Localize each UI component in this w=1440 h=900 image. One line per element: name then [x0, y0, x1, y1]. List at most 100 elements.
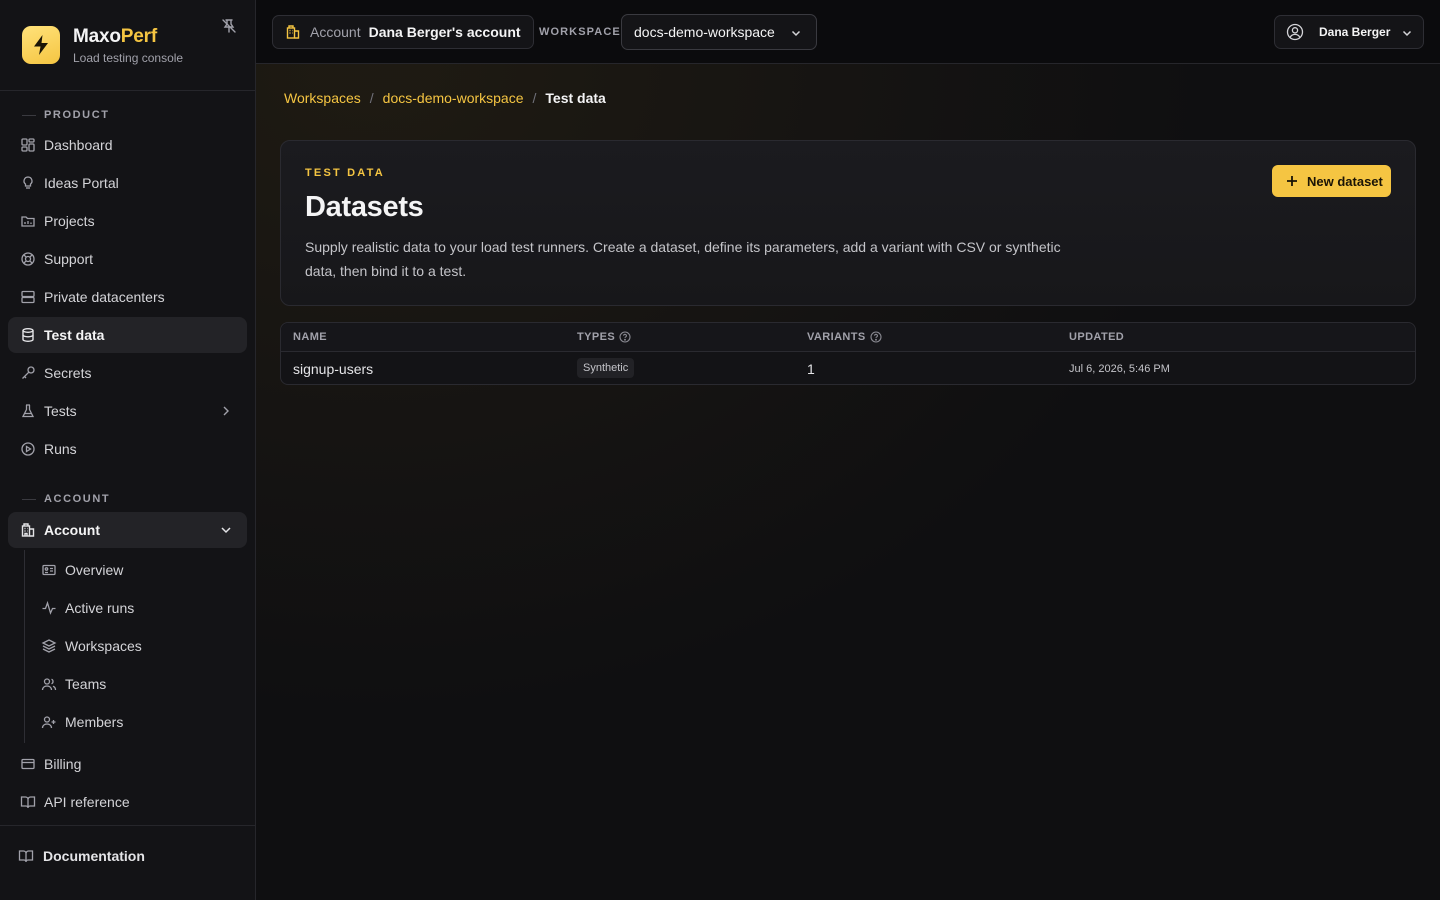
- users-icon: [41, 676, 57, 692]
- id-card-icon: [41, 562, 57, 578]
- table-header: NAME TYPES VARIANTS UPDATED: [281, 323, 1415, 352]
- dashboard-icon: [20, 137, 36, 153]
- breadcrumb-workspaces[interactable]: Workspaces: [284, 90, 361, 106]
- sidebar-item-overview[interactable]: Overview: [32, 553, 247, 587]
- new-dataset-button[interactable]: New dataset: [1272, 165, 1391, 197]
- sidebar-item-dashboard[interactable]: Dashboard: [8, 127, 247, 163]
- sidebar-item-label: Active runs: [65, 600, 135, 616]
- sidebar-item-label: Teams: [65, 676, 107, 692]
- help-circle-icon[interactable]: [870, 331, 882, 343]
- flask-icon: [20, 403, 36, 419]
- sidebar-item-label: Projects: [44, 213, 95, 229]
- breadcrumb-workspace[interactable]: docs-demo-workspace: [383, 90, 524, 106]
- sidebar-item-ideas-portal[interactable]: Ideas Portal: [8, 165, 247, 201]
- credit-card-icon: [20, 756, 36, 772]
- brand-name: MaxoPerf: [73, 25, 157, 47]
- sidebar-item-workspaces[interactable]: Workspaces: [32, 629, 247, 663]
- activity-icon: [41, 600, 57, 616]
- column-header-name[interactable]: NAME: [293, 331, 327, 343]
- sidebar-item-label: Overview: [65, 562, 124, 578]
- breadcrumb-current: Test data: [545, 90, 606, 106]
- unpin-sidebar-button[interactable]: [221, 18, 237, 34]
- account-label: Account: [310, 24, 361, 40]
- sidebar-item-projects[interactable]: Projects: [8, 203, 247, 239]
- sidebar: MaxoPerf Load testing console PRODUCT Da…: [0, 0, 256, 900]
- type-badge: Synthetic: [577, 358, 635, 378]
- key-icon: [20, 365, 36, 381]
- sidebar-item-label: Workspaces: [65, 638, 142, 654]
- brand-subtitle: Load testing console: [73, 50, 184, 65]
- breadcrumb-separator: /: [532, 90, 537, 106]
- column-header-types[interactable]: TYPES: [577, 331, 631, 343]
- plus-icon: [1285, 174, 1299, 188]
- product-section-label: PRODUCT: [22, 109, 110, 121]
- new-dataset-label: New dataset: [1307, 173, 1383, 189]
- sidebar-item-label: Account: [44, 522, 100, 538]
- column-header-variants[interactable]: VARIANTS: [807, 331, 882, 343]
- dataset-name[interactable]: signup-users: [293, 361, 373, 377]
- documentation-link[interactable]: Documentation: [8, 838, 247, 874]
- documentation-label: Documentation: [43, 848, 145, 864]
- sidebar-item-test-data[interactable]: Test data: [8, 317, 247, 353]
- page-eyebrow: TEST DATA: [305, 167, 385, 179]
- workspace-value: docs-demo-workspace: [634, 24, 775, 40]
- sidebar-item-secrets[interactable]: Secrets: [8, 355, 247, 391]
- workspace-select[interactable]: docs-demo-workspace: [621, 14, 817, 50]
- building-icon: [285, 24, 301, 40]
- sidebar-item-api-reference[interactable]: API reference: [8, 784, 247, 820]
- chevron-right-icon: [219, 404, 233, 418]
- sidebar-item-tests[interactable]: Tests: [8, 393, 247, 429]
- topbar: Account Dana Berger's account WORKSPACE …: [256, 0, 1440, 64]
- pin-off-icon: [221, 18, 237, 34]
- server-icon: [20, 289, 36, 305]
- layers-icon: [41, 638, 57, 654]
- user-menu-button[interactable]: Dana Berger: [1274, 15, 1424, 49]
- sidebar-item-members[interactable]: Members: [32, 705, 247, 739]
- sidebar-item-runs[interactable]: Runs: [8, 431, 247, 467]
- chevron-down-icon: [219, 523, 233, 537]
- sidebar-item-label: Ideas Portal: [44, 175, 119, 191]
- user-plus-icon: [41, 714, 57, 730]
- sidebar-item-label: API reference: [44, 794, 130, 810]
- help-circle-icon[interactable]: [619, 331, 631, 343]
- workspace-label: WORKSPACE: [539, 26, 621, 38]
- page-description: Supply realistic data to your load test …: [305, 239, 1061, 279]
- account-switcher[interactable]: Account Dana Berger's account: [272, 15, 534, 49]
- datasets-table: NAME TYPES VARIANTS UPDATED signup-users…: [280, 322, 1416, 385]
- column-header-updated[interactable]: UPDATED: [1069, 331, 1124, 343]
- sidebar-item-private-datacenters[interactable]: Private datacenters: [8, 279, 247, 315]
- page-title: Datasets: [305, 191, 424, 223]
- lightning-logo-icon: [22, 26, 60, 64]
- sidebar-item-billing[interactable]: Billing: [8, 746, 247, 782]
- building-icon: [20, 522, 36, 538]
- sidebar-item-label: Secrets: [44, 365, 92, 381]
- sidebar-item-teams[interactable]: Teams: [32, 667, 247, 701]
- folder-icon: [20, 213, 36, 229]
- submenu-rail: [24, 550, 25, 743]
- page-header-card: TEST DATA Datasets Supply realistic data…: [280, 140, 1416, 306]
- sidebar-item-active-runs[interactable]: Active runs: [32, 591, 247, 625]
- variants-count: 1: [807, 361, 815, 377]
- sidebar-item-label: Test data: [44, 327, 105, 343]
- database-icon: [20, 327, 36, 343]
- breadcrumb: Workspaces / docs-demo-workspace / Test …: [284, 90, 606, 106]
- user-circle-icon: [1285, 22, 1305, 42]
- account-name: Dana Berger's account: [368, 24, 521, 40]
- sidebar-group-account[interactable]: Account: [8, 512, 247, 548]
- sidebar-footer: Documentation: [0, 825, 255, 900]
- sidebar-item-label: Support: [44, 251, 94, 267]
- sidebar-item-label: Private datacenters: [44, 289, 165, 305]
- user-name: Dana Berger: [1319, 25, 1391, 39]
- breadcrumb-separator: /: [369, 90, 374, 106]
- main-content: Workspaces / docs-demo-workspace / Test …: [256, 64, 1440, 900]
- sidebar-item-support[interactable]: Support: [8, 241, 247, 277]
- sidebar-item-label: Tests: [44, 403, 77, 419]
- chevron-down-icon: [1401, 27, 1413, 39]
- brand: MaxoPerf Load testing console: [0, 0, 255, 91]
- sidebar-item-label: Billing: [44, 756, 82, 772]
- sidebar-item-label: Dashboard: [44, 137, 113, 153]
- table-row[interactable]: signup-users Synthetic 1 Jul 6, 2026, 5:…: [281, 352, 1415, 385]
- play-circle-icon: [20, 441, 36, 457]
- sidebar-item-label: Members: [65, 714, 124, 730]
- lightbulb-icon: [20, 175, 36, 191]
